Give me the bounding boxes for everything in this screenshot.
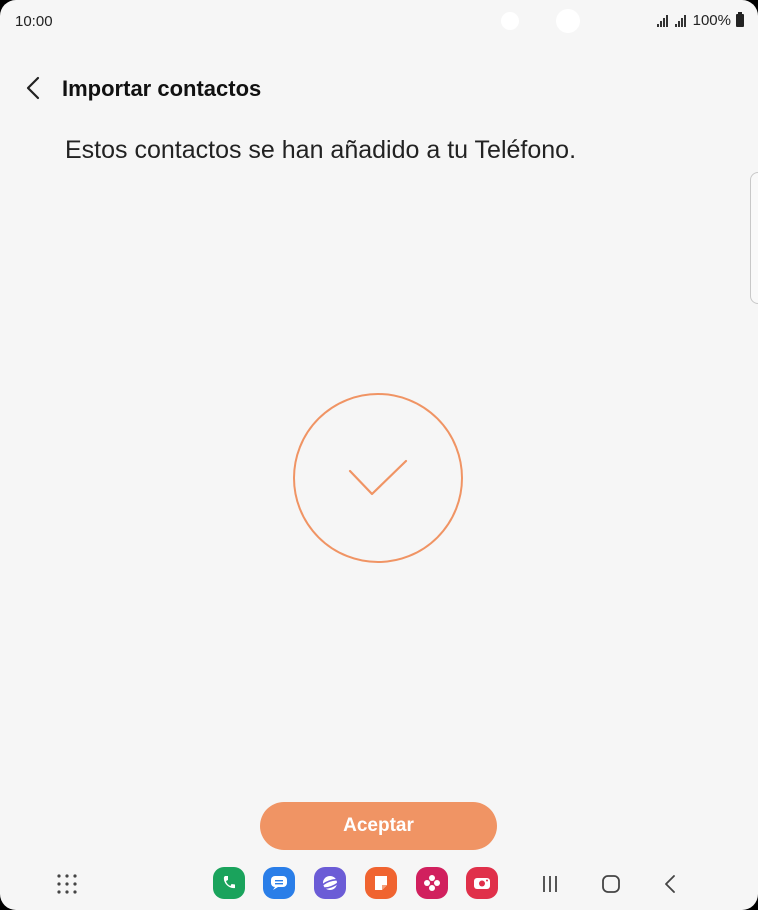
internet-app-icon[interactable] xyxy=(314,867,346,899)
edge-panel-handle[interactable] xyxy=(750,172,758,304)
status-time: 10:00 xyxy=(15,13,53,30)
gallery-app-icon[interactable] xyxy=(416,867,448,899)
phone-handset-icon xyxy=(223,876,235,889)
front-camera-cutout-secondary xyxy=(556,9,580,33)
apps-grid-icon[interactable] xyxy=(56,873,78,895)
camera-icon xyxy=(474,878,490,889)
front-camera-cutout xyxy=(501,12,519,30)
phone-app-icon[interactable] xyxy=(213,867,245,899)
navigation-bar xyxy=(0,860,758,910)
notes-app-icon[interactable] xyxy=(365,867,397,899)
battery-percentage: 100% xyxy=(692,12,731,29)
recent-apps-button[interactable] xyxy=(536,870,564,898)
home-button[interactable] xyxy=(597,870,625,898)
status-indicators: 100% xyxy=(656,12,744,29)
message-bubble-icon xyxy=(271,876,287,890)
note-icon xyxy=(375,876,387,890)
success-check-icon xyxy=(293,393,463,563)
signal-icon-secondary xyxy=(674,14,686,27)
flower-icon xyxy=(424,875,440,891)
success-message: Estos contactos se han añadido a tu Telé… xyxy=(65,136,577,164)
app-bar: Importar contactos xyxy=(0,60,758,116)
system-back-button[interactable] xyxy=(657,870,685,898)
camera-app-icon[interactable] xyxy=(466,867,498,899)
home-icon xyxy=(602,875,620,893)
signal-icon xyxy=(656,14,668,27)
recents-icon xyxy=(543,876,557,892)
back-arrow-icon xyxy=(665,875,675,893)
planet-icon xyxy=(321,876,340,890)
status-bar: 10:00 100% xyxy=(0,0,758,44)
messages-app-icon[interactable] xyxy=(263,867,295,899)
accept-button[interactable]: Aceptar xyxy=(260,802,497,850)
chevron-left-icon xyxy=(26,76,40,100)
back-button[interactable] xyxy=(18,72,50,104)
battery-icon xyxy=(736,12,744,27)
phone-screen: 10:00 100% Importar contactos Estos cont… xyxy=(0,0,758,910)
page-title: Importar contactos xyxy=(62,76,262,101)
